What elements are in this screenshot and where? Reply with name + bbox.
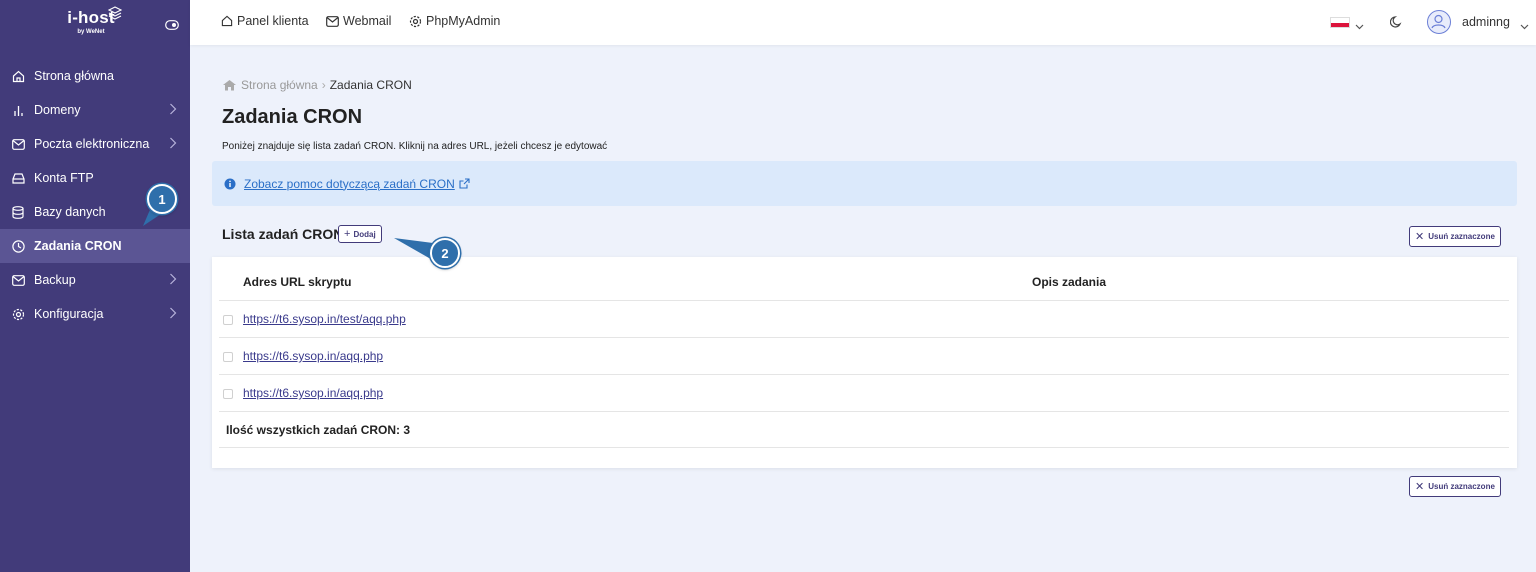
callout-marker-2: 2	[430, 238, 460, 268]
callout-marker-1: 1	[147, 184, 177, 214]
callout-pointers	[143, 205, 436, 262]
